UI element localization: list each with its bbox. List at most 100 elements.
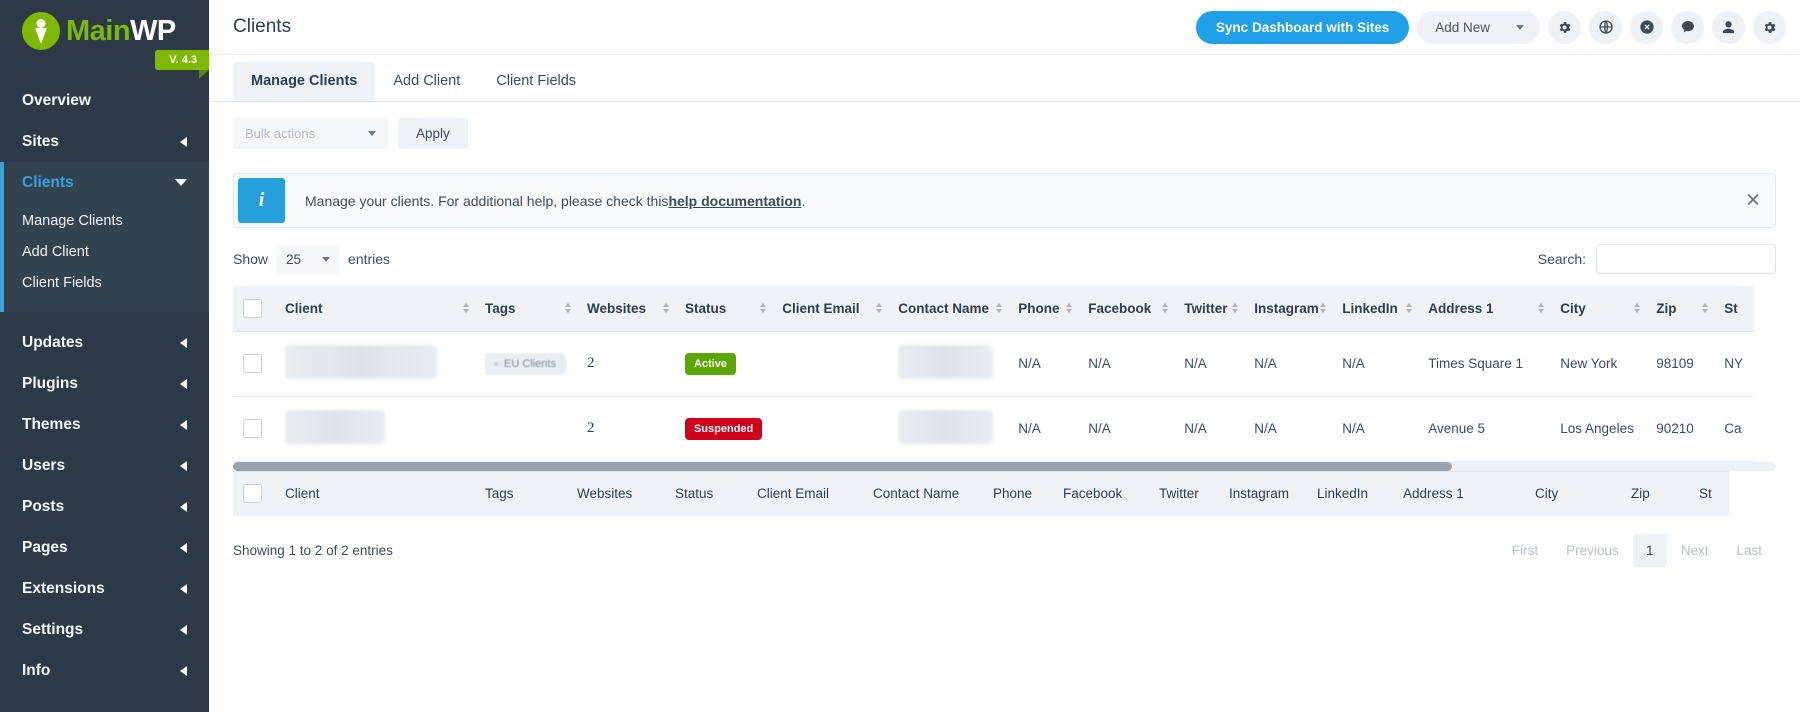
horizontal-scrollbar[interactable]: [233, 462, 1776, 471]
col-label: Client: [285, 301, 323, 316]
cell-phone: N/A: [1008, 331, 1078, 396]
col-label: Address 1: [1428, 301, 1493, 316]
row-checkbox[interactable]: [243, 419, 262, 438]
sidebar-item-users[interactable]: Users: [0, 445, 209, 486]
comment-icon-button[interactable]: [1671, 11, 1704, 44]
pager-next[interactable]: Next: [1667, 534, 1723, 567]
col-header-city[interactable]: City: [1550, 286, 1646, 331]
apply-button[interactable]: Apply: [398, 118, 468, 149]
cell-client-email: [772, 396, 888, 461]
sync-dashboard-button[interactable]: Sync Dashboard with Sites: [1196, 11, 1409, 44]
times-circle-icon-button[interactable]: [1630, 11, 1663, 44]
foot-state: St: [1689, 471, 1729, 516]
sidebar-item-info[interactable]: Info: [0, 650, 209, 691]
col-header-linkedin[interactable]: LinkedIn: [1332, 286, 1418, 331]
col-header-tags[interactable]: Tags: [475, 286, 577, 331]
brand-logo[interactable]: MainWP V. 4.3: [0, 0, 209, 62]
select-all-checkbox-footer[interactable]: [243, 484, 262, 503]
add-new-label: Add New: [1435, 20, 1490, 35]
select-all-footer[interactable]: [233, 471, 275, 516]
col-header-state[interactable]: St: [1714, 286, 1754, 331]
col-header-address1[interactable]: Address 1: [1418, 286, 1550, 331]
clients-table-foot-wrap: Client Tags Websites Status Client Email…: [209, 471, 1800, 517]
col-label: Twitter: [1184, 301, 1227, 316]
pager-previous[interactable]: Previous: [1552, 534, 1633, 567]
cell-facebook: N/A: [1078, 396, 1174, 461]
sidebar-item-posts[interactable]: Posts: [0, 486, 209, 527]
cell-linkedin: N/A: [1332, 331, 1418, 396]
row-checkbox[interactable]: [243, 354, 262, 373]
col-header-client[interactable]: Client: [275, 286, 475, 331]
cell-city: New York: [1550, 331, 1646, 396]
pager-first[interactable]: First: [1498, 534, 1552, 567]
table-head: Client Tags Websites Status Client Email…: [233, 286, 1754, 331]
table-row[interactable]: EU Clients 2 Active N/A N/A N/A N/A N/A …: [233, 331, 1754, 396]
sidebar-item-plugins[interactable]: Plugins: [0, 363, 209, 404]
cell-tags: [475, 396, 577, 461]
tab-client-fields[interactable]: Client Fields: [478, 62, 594, 101]
chevron-left-icon: [180, 420, 187, 430]
main-content: Clients Sync Dashboard with Sites Add Ne…: [209, 0, 1800, 712]
sidebar-item-label: Pages: [22, 539, 68, 557]
select-all-checkbox[interactable]: [243, 299, 262, 318]
tab-bar: Manage Clients Add Client Client Fields: [209, 55, 1800, 102]
user-icon-button[interactable]: [1712, 11, 1745, 44]
notice-text-before: Manage your clients. For additional help…: [305, 193, 668, 209]
comment-icon: [1680, 19, 1696, 35]
sidebar-item-add-client[interactable]: Add Client: [0, 236, 209, 267]
sidebar-item-manage-clients[interactable]: Manage Clients: [0, 205, 209, 236]
col-header-contact-name[interactable]: Contact Name: [888, 286, 1008, 331]
sidebar-item-pages[interactable]: Pages: [0, 527, 209, 568]
user-icon: [1721, 20, 1736, 35]
bulk-actions-select[interactable]: Bulk actions: [233, 118, 388, 149]
pager-last[interactable]: Last: [1722, 534, 1776, 567]
sidebar-item-themes[interactable]: Themes: [0, 404, 209, 445]
row-select-cell[interactable]: [233, 331, 275, 396]
cell-zip: 98109: [1646, 331, 1714, 396]
col-header-websites[interactable]: Websites: [577, 286, 675, 331]
sort-icon: [1538, 303, 1544, 313]
help-documentation-link[interactable]: help documentation: [668, 193, 801, 209]
col-header-status[interactable]: Status: [675, 286, 772, 331]
close-icon[interactable]: ✕: [1745, 191, 1761, 210]
sidebar-item-updates[interactable]: Updates: [0, 322, 209, 363]
pager-page-1[interactable]: 1: [1633, 534, 1667, 567]
sort-icon: [996, 303, 1002, 313]
col-header-instagram[interactable]: Instagram: [1244, 286, 1332, 331]
row-select-cell[interactable]: [233, 396, 275, 461]
col-header-facebook[interactable]: Facebook: [1078, 286, 1174, 331]
tab-manage-clients[interactable]: Manage Clients: [233, 62, 375, 101]
sidebar-item-client-fields[interactable]: Client Fields: [0, 267, 209, 298]
sidebar-item-extensions[interactable]: Extensions: [0, 568, 209, 609]
scrollbar-thumb[interactable]: [233, 462, 1452, 471]
search-input[interactable]: [1596, 244, 1776, 274]
select-all-header[interactable]: [233, 286, 275, 331]
sidebar-item-label: Extensions: [22, 580, 105, 598]
cell-state: NY: [1714, 331, 1754, 396]
gear-icon-button[interactable]: [1548, 11, 1581, 44]
chevron-down-icon: [368, 131, 376, 136]
sidebar-item-sites[interactable]: Sites: [0, 121, 209, 162]
add-new-button[interactable]: Add New: [1417, 11, 1540, 44]
tab-add-client[interactable]: Add Client: [375, 62, 478, 101]
col-header-twitter[interactable]: Twitter: [1174, 286, 1244, 331]
chevron-left-icon: [180, 461, 187, 471]
cell-twitter: N/A: [1174, 396, 1244, 461]
times-circle-icon: [1639, 19, 1655, 35]
col-header-zip[interactable]: Zip: [1646, 286, 1714, 331]
globe-icon-button[interactable]: [1589, 11, 1622, 44]
sidebar-item-overview[interactable]: Overview: [0, 80, 209, 121]
info-notice-text: Manage your clients. For additional help…: [285, 174, 805, 227]
bulk-actions-toolbar: Bulk actions Apply: [209, 102, 1800, 165]
col-header-client-email[interactable]: Client Email: [772, 286, 888, 331]
entries-per-page-select[interactable]: 25: [277, 245, 339, 274]
cog-icon-button[interactable]: [1753, 11, 1786, 44]
col-label: Tags: [485, 301, 516, 316]
sort-icon: [1634, 303, 1640, 313]
sidebar-item-settings[interactable]: Settings: [0, 609, 209, 650]
col-header-phone[interactable]: Phone: [1008, 286, 1078, 331]
cell-websites: 2: [577, 331, 675, 396]
sidebar-item-clients[interactable]: Clients: [0, 162, 209, 203]
table-row[interactable]: 2 Suspended N/A N/A N/A N/A N/A Avenue 5…: [233, 396, 1754, 461]
cell-city: Los Angeles: [1550, 396, 1646, 461]
